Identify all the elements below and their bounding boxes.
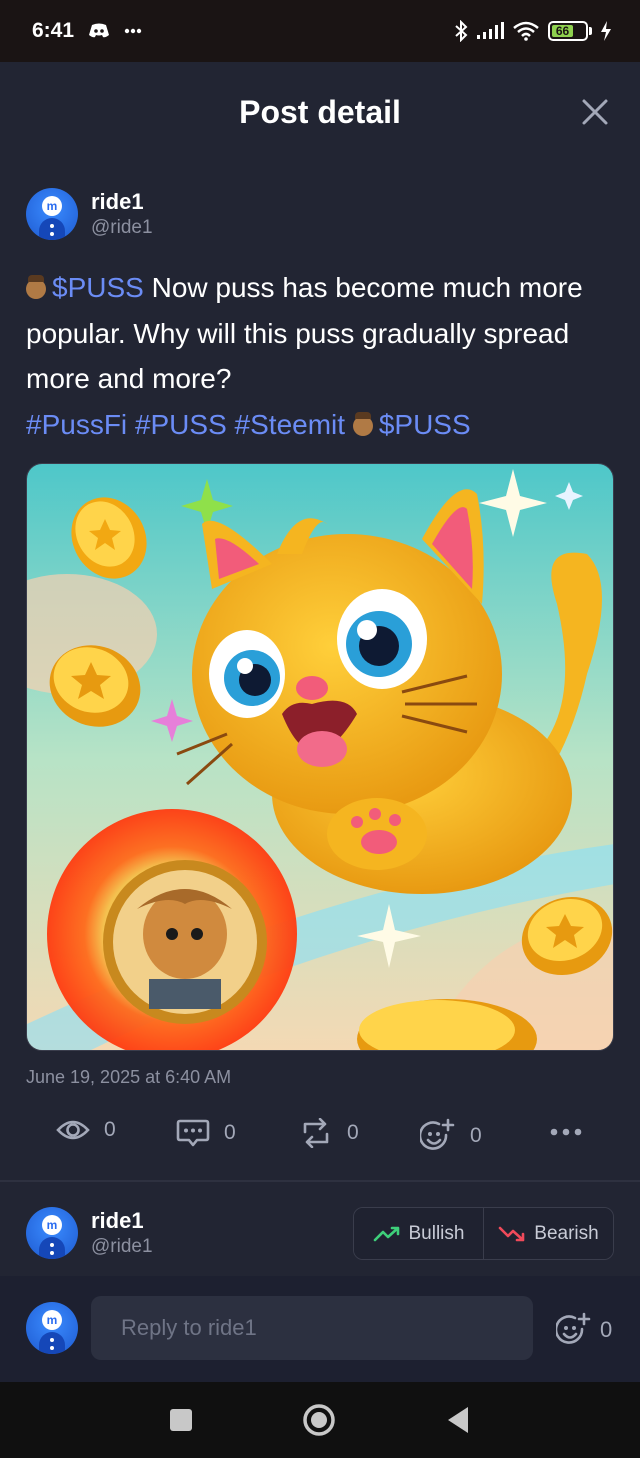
charging-icon — [601, 21, 611, 41]
discord-icon — [89, 23, 110, 38]
trend-down-icon — [498, 1226, 525, 1241]
comments-button[interactable]: 0 — [176, 1118, 236, 1148]
reposts-count: 0 — [347, 1121, 359, 1144]
avatar[interactable]: m — [26, 188, 78, 240]
post-image[interactable] — [26, 463, 614, 1051]
more-icon — [550, 1128, 582, 1136]
bluetooth-icon — [455, 20, 468, 42]
system-navbar — [0, 1382, 640, 1458]
hashtag-link[interactable]: #PUSS — [135, 409, 227, 440]
post-actions: 0 0 0 0 — [56, 1118, 596, 1154]
avatar[interactable]: m — [26, 1302, 78, 1354]
bearish-label: Bearish — [534, 1222, 599, 1244]
battery-level: 66 — [552, 24, 574, 38]
author-name: ride1 — [91, 189, 144, 214]
battery-indicator: 66 — [548, 21, 592, 41]
author-handle: @ride1 — [91, 217, 153, 238]
views-button[interactable]: 0 — [56, 1118, 116, 1142]
back-icon[interactable] — [446, 1405, 470, 1435]
status-bar: 6:41 66 — [0, 0, 640, 62]
author-handle: @ride1 — [91, 1236, 153, 1257]
eye-icon — [56, 1120, 90, 1140]
hashtag-link[interactable]: #PussFi — [26, 409, 127, 440]
cat-emoji-icon — [26, 275, 46, 299]
avatar[interactable]: m — [26, 1207, 78, 1259]
post-author[interactable]: m ride1 @ride1 — [26, 188, 153, 240]
recents-icon[interactable] — [169, 1408, 193, 1432]
wifi-icon — [513, 21, 539, 41]
repost-button[interactable]: 0 — [299, 1118, 359, 1148]
ticker-link[interactable]: $PUSS — [52, 272, 144, 303]
bullish-label: Bullish — [408, 1222, 465, 1244]
home-icon[interactable] — [302, 1403, 336, 1437]
reply-reaction-count: 0 — [600, 1317, 613, 1342]
comment-icon — [176, 1119, 210, 1147]
close-icon[interactable] — [580, 97, 610, 127]
add-reaction-icon — [556, 1312, 591, 1344]
repost-icon — [303, 1118, 329, 1148]
reactions-count: 0 — [470, 1124, 482, 1147]
bullish-button[interactable]: Bullish — [354, 1208, 483, 1259]
reply-input[interactable] — [91, 1296, 533, 1360]
bearish-button[interactable]: Bearish — [483, 1208, 613, 1259]
header: Post detail — [0, 62, 640, 162]
sentiment-author[interactable]: m ride1 @ride1 — [26, 1207, 153, 1259]
trend-up-icon — [373, 1226, 399, 1241]
more-button[interactable] — [550, 1128, 582, 1136]
hashtag-link[interactable]: #Steemit — [235, 409, 346, 440]
views-count: 0 — [104, 1118, 116, 1141]
sentiment-toggle: Bullish Bearish — [353, 1207, 614, 1260]
status-time: 6:41 — [32, 19, 75, 42]
more-notifications-icon — [124, 28, 142, 34]
page-title: Post detail — [239, 93, 401, 130]
add-reaction-icon — [420, 1118, 455, 1150]
comments-count: 0 — [224, 1121, 236, 1144]
signal-icon — [477, 22, 504, 39]
post-body: $PUSS Now puss has become much more popu… — [26, 265, 616, 447]
reply-react-button[interactable]: 0 — [556, 1312, 612, 1348]
react-button[interactable]: 0 — [420, 1118, 482, 1154]
reply-bar: m 0 — [0, 1276, 640, 1382]
divider — [0, 1180, 640, 1182]
ticker-link[interactable]: $PUSS — [379, 409, 471, 440]
author-name: ride1 — [91, 1208, 144, 1233]
post-timestamp: June 19, 2025 at 6:40 AM — [26, 1067, 232, 1087]
cat-emoji-icon — [352, 411, 373, 436]
